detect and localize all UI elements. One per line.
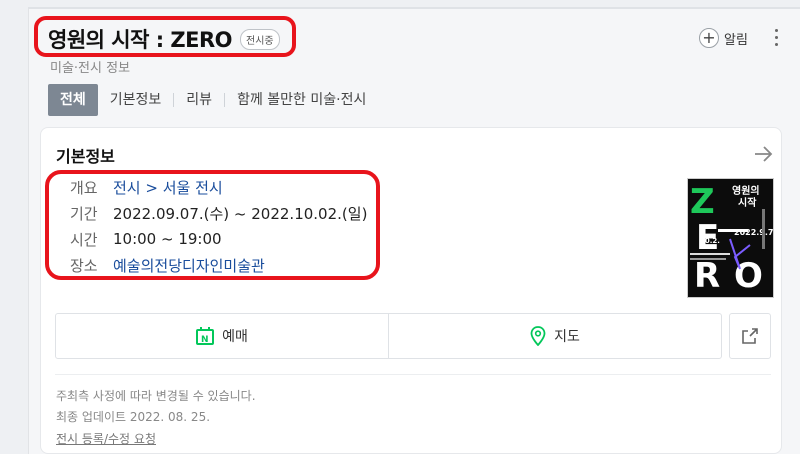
tab-related-exhibitions[interactable]: 함께 볼만한 미술·전시 — [225, 84, 378, 116]
map-button[interactable]: 지도 — [388, 314, 721, 358]
reserve-label: 예매 — [222, 329, 248, 345]
alarm-label: 알림 — [724, 32, 748, 48]
card-divider — [55, 374, 771, 375]
poster-date: 2022.9.7. — [734, 228, 774, 237]
tab-reviews[interactable]: 리뷰 — [174, 84, 224, 116]
page-subtitle: 미술·전시 정보 — [50, 61, 131, 76]
share-icon — [742, 328, 758, 344]
reserve-button[interactable]: N 예매 — [56, 314, 388, 358]
title-highlight-annotation — [34, 16, 296, 57]
naver-calendar-icon: N — [196, 327, 215, 345]
svg-text:N: N — [201, 335, 209, 345]
tab-basic-info[interactable]: 기본정보 — [98, 84, 174, 116]
tab-all[interactable]: 전체 — [48, 84, 98, 116]
poster-image[interactable]: Z 영원의 시작 E 2022.9.7. 10.2. R O — [687, 178, 774, 298]
card-title: 기본정보 — [56, 147, 115, 166]
poster-title-line2: 시작 — [738, 196, 757, 209]
tab-bar: 전체 기본정보 리뷰 함께 볼만한 미술·전시 — [48, 84, 378, 116]
kebab-icon[interactable] — [775, 29, 779, 47]
info-highlight-annotation — [45, 170, 380, 280]
svg-text:Z: Z — [690, 182, 715, 222]
poster-title-line1: 영원의 — [732, 184, 760, 197]
change-notice: 주최측 사정에 따라 변경될 수 있습니다. — [56, 389, 256, 403]
poster-date-end: 10.2. — [700, 237, 720, 245]
arrow-right-icon[interactable] — [752, 143, 774, 165]
plus-circle-icon: + — [699, 28, 719, 48]
action-buttons: N 예매 지도 — [55, 313, 722, 359]
svg-text:R: R — [694, 256, 720, 296]
map-pin-icon — [530, 326, 546, 346]
alarm-button[interactable]: + 알림 — [699, 28, 748, 48]
map-label: 지도 — [554, 329, 580, 345]
last-updated: 최종 업데이트 2022. 08. 25. — [56, 410, 211, 424]
edit-request-link[interactable]: 전시 등록/수정 요청 — [56, 430, 156, 447]
share-button[interactable] — [729, 313, 771, 359]
